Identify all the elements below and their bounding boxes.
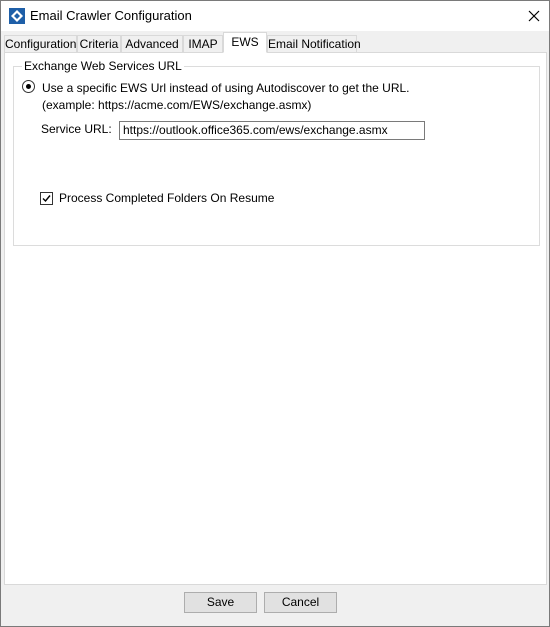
checkmark-icon: [42, 195, 51, 203]
service-url-label: Service URL:: [41, 122, 112, 136]
tab-configuration[interactable]: Configuration: [4, 35, 77, 52]
tab-imap[interactable]: IMAP: [183, 35, 223, 52]
close-button[interactable]: [519, 1, 549, 31]
process-completed-checkbox[interactable]: [40, 192, 53, 205]
dialog-window: Email Crawler Configuration Configuratio…: [0, 0, 550, 627]
tab-criteria[interactable]: Criteria: [77, 35, 121, 52]
cancel-button[interactable]: Cancel: [264, 592, 337, 613]
save-button[interactable]: Save: [184, 592, 257, 613]
use-specific-url-radio[interactable]: [22, 80, 35, 93]
tab-ews[interactable]: EWS: [223, 32, 267, 53]
service-url-input[interactable]: https://outlook.office365.com/ews/exchan…: [119, 121, 425, 140]
tab-email-notification[interactable]: Email Notification: [267, 35, 361, 52]
process-completed-label[interactable]: Process Completed Folders On Resume: [59, 191, 274, 205]
tab-strip: Configuration Criteria Advanced IMAP EWS…: [4, 32, 549, 53]
example-url-text: (example: https://acme.com/EWS/exchange.…: [42, 98, 312, 112]
close-icon: [528, 10, 540, 22]
tab-advanced[interactable]: Advanced: [121, 35, 183, 52]
ews-tab-panel: Exchange Web Services URL Use a specific…: [4, 52, 547, 585]
app-diamond-icon: [9, 8, 25, 24]
title-bar[interactable]: Email Crawler Configuration: [1, 1, 549, 31]
use-specific-url-label[interactable]: Use a specific EWS Url instead of using …: [42, 81, 410, 95]
button-footer: Save Cancel: [1, 585, 549, 626]
group-title: Exchange Web Services URL: [22, 59, 184, 73]
window-title: Email Crawler Configuration: [30, 8, 192, 23]
radio-selected-icon: [26, 84, 31, 89]
